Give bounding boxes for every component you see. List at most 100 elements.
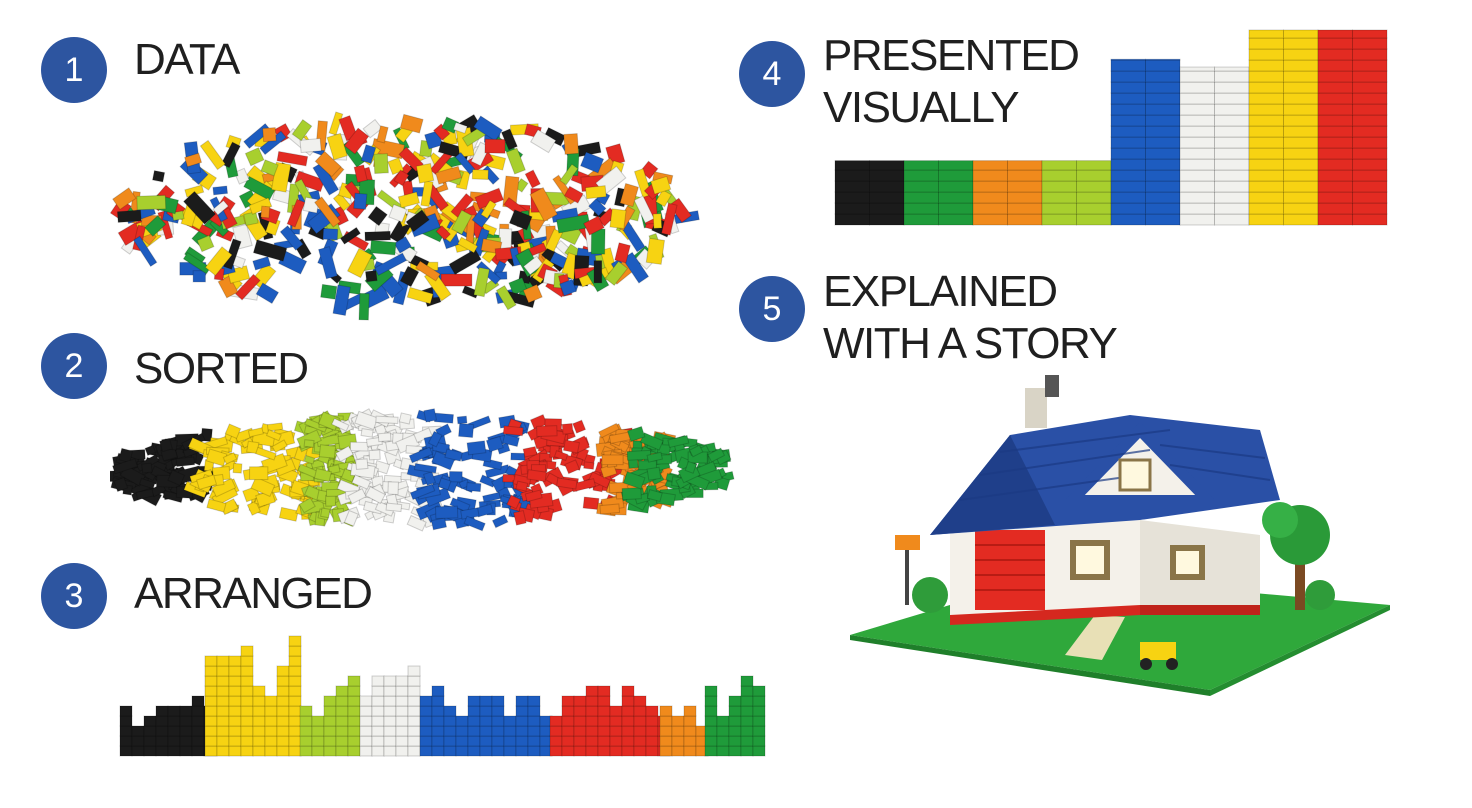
arranged-brick <box>179 745 193 757</box>
arranged-brick <box>323 745 337 757</box>
presented-brick <box>1248 29 1284 39</box>
arranged-brick <box>299 745 313 757</box>
sorted-brick <box>599 503 621 515</box>
arranged-brick <box>204 695 218 707</box>
arranged-brick <box>633 745 647 757</box>
arranged-brick <box>228 675 242 687</box>
presented-brick <box>1041 180 1077 193</box>
sorted-brick <box>318 444 337 459</box>
sorted-brick <box>536 425 558 437</box>
arranged-brick <box>276 695 290 707</box>
pile-brick <box>448 248 482 276</box>
arranged-brick <box>191 735 205 747</box>
arranged-brick <box>119 725 133 737</box>
arranged-brick <box>621 715 635 727</box>
arranged-brick <box>240 655 254 667</box>
arranged-brick <box>621 735 635 747</box>
sorted-brick <box>377 432 392 443</box>
arranged-brick <box>119 745 133 757</box>
presented-brick <box>972 160 1008 171</box>
presented-brick <box>1214 202 1250 215</box>
arranged-brick <box>359 735 373 747</box>
arranged-brick <box>716 735 730 747</box>
garage-door <box>975 530 1045 610</box>
arranged-brick <box>359 725 373 737</box>
arranged-brick <box>323 705 337 717</box>
arranged-brick <box>597 715 611 727</box>
presented-brick <box>903 160 939 171</box>
arranged-brick <box>704 745 718 757</box>
presented-brick <box>834 191 870 204</box>
arranged-brick <box>299 725 313 737</box>
presented-brick <box>1352 29 1388 39</box>
arranged-brick <box>419 725 433 737</box>
arranged-brick <box>491 695 505 707</box>
sorted-brick <box>583 461 595 470</box>
arranged-brick <box>740 725 754 737</box>
presented-brick <box>834 180 870 193</box>
presented-brick <box>1317 81 1353 94</box>
arranged-brick <box>119 735 133 747</box>
arranged-brick <box>683 745 697 757</box>
arranged-brick <box>419 705 433 717</box>
arranged-brick <box>573 745 587 757</box>
presented-brick <box>1041 202 1077 215</box>
arranged-brick <box>645 725 659 737</box>
arranged-brick <box>431 695 445 707</box>
arranged-brick <box>455 735 469 747</box>
arranged-brick <box>573 705 587 717</box>
arranged-brick <box>597 695 611 707</box>
arranged-brick <box>585 735 599 747</box>
arranged-brick <box>395 675 409 687</box>
arranged-brick <box>716 725 730 737</box>
presented-brick <box>1179 125 1215 138</box>
presented-brick <box>1076 191 1112 204</box>
presented-brick <box>1145 147 1181 160</box>
arranged-brick <box>143 745 157 757</box>
presented-brick <box>1214 125 1250 138</box>
arranged-brick <box>527 725 541 737</box>
arranged-brick <box>191 715 205 727</box>
presented-brick <box>1145 158 1181 171</box>
arranged-brick <box>228 695 242 707</box>
arranged-brick <box>704 725 718 737</box>
presented-brick <box>1179 114 1215 127</box>
arranged-brick <box>228 685 242 697</box>
arranged-brick <box>359 705 373 717</box>
arranged-brick <box>204 665 218 677</box>
arranged-brick <box>704 705 718 717</box>
arranged-brick <box>288 705 302 717</box>
pile-brick <box>440 273 473 287</box>
sorted-bricks-strip <box>110 400 740 540</box>
arranged-brick <box>288 685 302 697</box>
pile-brick <box>299 137 322 154</box>
arranged-brick <box>609 725 623 737</box>
step-2-title: SORTED <box>134 344 309 393</box>
presented-brick <box>1145 103 1181 116</box>
pile-brick <box>593 260 603 284</box>
arranged-brick <box>443 715 457 727</box>
arranged-brick <box>467 745 481 757</box>
arranged-brick <box>347 705 361 717</box>
presented-brick <box>1317 29 1353 39</box>
presented-brick <box>1317 136 1353 149</box>
arranged-brick <box>383 725 397 737</box>
arranged-brick <box>597 735 611 747</box>
presented-brick <box>1145 136 1181 149</box>
presented-brick <box>1145 81 1181 94</box>
arranged-brick <box>288 635 302 647</box>
presented-brick <box>1283 29 1319 39</box>
presented-brick <box>834 202 870 215</box>
arranged-brick <box>633 735 647 747</box>
presented-brick <box>1352 202 1388 215</box>
arranged-brick <box>191 745 205 757</box>
sorted-brick <box>385 502 403 513</box>
arranged-brick <box>311 745 325 757</box>
arranged-brick <box>431 705 445 717</box>
arranged-brick <box>752 685 766 697</box>
arranged-brick <box>467 735 481 747</box>
arranged-brick <box>288 745 302 757</box>
arranged-brick <box>216 675 230 687</box>
arranged-brick <box>740 745 754 757</box>
presented-brick <box>1145 92 1181 105</box>
